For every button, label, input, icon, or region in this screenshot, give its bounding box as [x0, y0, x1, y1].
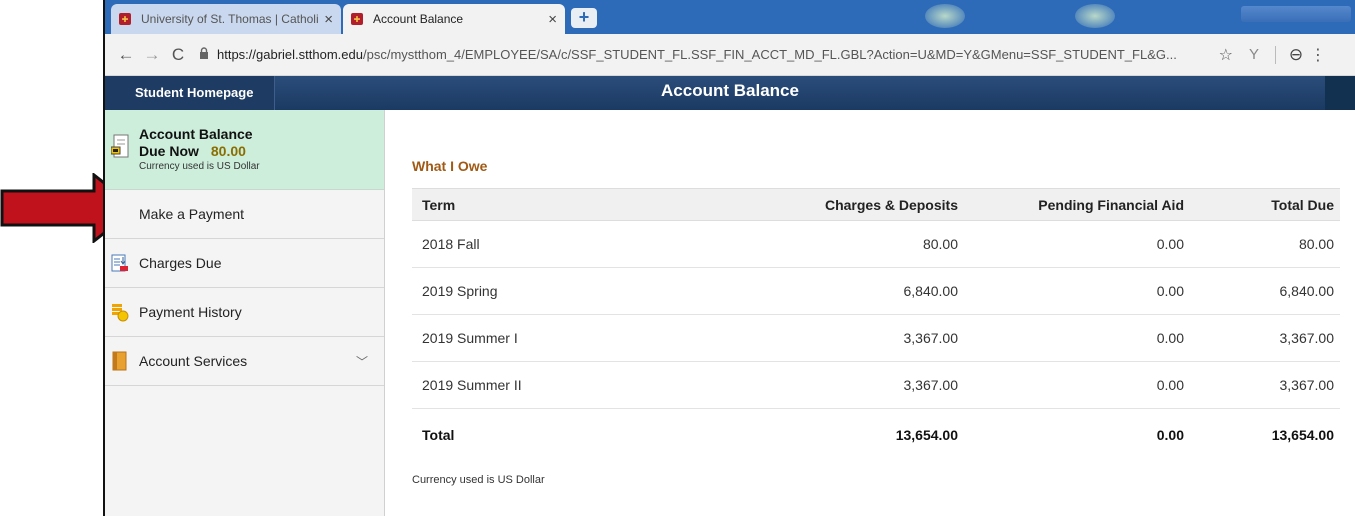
sidebar: Account Balance Due Now 80.00 Currency us…: [105, 110, 385, 516]
section-title-what-i-owe: What I Owe: [412, 158, 488, 174]
total-due: 13,654.00: [1202, 408, 1340, 461]
charges-icon: [111, 254, 128, 272]
ust-favicon-icon: ✚: [119, 13, 131, 25]
sidebar-item-account-services[interactable]: Account Services ﹀: [105, 337, 384, 386]
balance-currency-note: Currency used is US Dollar: [139, 161, 260, 172]
due-now-amount: 80.00: [210, 143, 246, 159]
reload-icon[interactable]: C: [165, 45, 191, 65]
tab-account-balance[interactable]: ✚ Account Balance ×: [343, 4, 565, 34]
close-tab-icon[interactable]: ×: [324, 11, 333, 28]
app-banner: Account Balance Student Homepage: [105, 76, 1355, 110]
account-services-icon: [112, 351, 127, 371]
cell-charges: 3,367.00: [672, 314, 972, 362]
table-total-row: Total 13,654.00 0.00 13,654.00: [412, 408, 1340, 461]
payment-history-icon: [112, 304, 129, 322]
cell-term: 2019 Summer II: [412, 361, 672, 409]
tab-title: Account Balance: [373, 12, 464, 26]
sidebar-item-make-payment[interactable]: Make a Payment: [105, 190, 384, 239]
sidebar-item-charges-due[interactable]: Charges Due: [105, 239, 384, 288]
cell-total-due: 3,367.00: [1202, 314, 1340, 362]
sidebar-item-label: Charges Due: [139, 255, 222, 271]
cell-charges: 6,840.00: [672, 267, 972, 315]
cell-pending-aid: 0.00: [972, 220, 1202, 268]
due-now-label: Due Now: [139, 143, 199, 159]
cell-total-due: 80.00: [1202, 220, 1340, 268]
column-header-total-due: Total Due: [1202, 188, 1340, 221]
account-icon[interactable]: ⊖: [1282, 45, 1310, 65]
bookmark-star-icon[interactable]: ☆: [1219, 45, 1239, 65]
column-header-pending-aid: Pending Financial Aid: [972, 188, 1202, 221]
balance-card-title: Account Balance: [139, 126, 253, 142]
new-tab-button[interactable]: +: [571, 8, 597, 28]
cell-pending-aid: 0.00: [972, 267, 1202, 315]
chevron-down-icon[interactable]: ﹀: [356, 353, 368, 370]
close-tab-icon[interactable]: ×: [548, 11, 557, 28]
back-icon[interactable]: ←: [113, 45, 139, 65]
lock-icon: [199, 47, 209, 62]
browser-menu-icon[interactable]: ⋮: [1310, 45, 1326, 65]
currency-note: Currency used is US Dollar: [412, 474, 545, 486]
screenshot-stage: ✚ University of St. Thomas | Catholi × ✚…: [0, 0, 1355, 516]
column-header-term: Term: [412, 188, 672, 221]
page-title: Account Balance: [661, 81, 799, 100]
sidebar-item-label: Payment History: [139, 304, 242, 320]
table-header-row: Term Charges & Deposits Pending Financia…: [412, 188, 1340, 221]
extension-icon[interactable]: Y: [1239, 46, 1269, 63]
url-path: /psc/mystthom_4/EMPLOYEE/SA/c/SSF_STUDEN…: [362, 47, 1177, 62]
url-host: https://gabriel.stthom.edu: [217, 47, 363, 62]
tab-ust-home[interactable]: ✚ University of St. Thomas | Catholi ×: [111, 4, 341, 34]
toolbar-divider: [1275, 45, 1276, 64]
table-row: 2019 Summer I 3,367.00 0.00 3,367.00: [412, 314, 1340, 362]
cell-charges: 80.00: [672, 220, 972, 268]
ust-favicon-icon: ✚: [351, 13, 363, 25]
sidebar-item-label: Account Services: [139, 353, 248, 369]
cell-total-due: 3,367.00: [1202, 361, 1340, 409]
tab-strip: ✚ University of St. Thomas | Catholi × ✚…: [105, 0, 1355, 34]
column-header-charges: Charges & Deposits: [672, 188, 972, 221]
cell-total-due: 6,840.00: [1202, 267, 1340, 315]
window-controls[interactable]: [1241, 6, 1351, 22]
cell-term: 2019 Summer I: [412, 314, 672, 362]
sidebar-item-payment-history[interactable]: Payment History: [105, 288, 384, 337]
table-row: 2019 Spring 6,840.00 0.00 6,840.00: [412, 267, 1340, 315]
account-balance-card[interactable]: Account Balance Due Now 80.00 Currency us…: [105, 110, 384, 190]
balance-document-icon: [111, 134, 129, 158]
banner-right-block: [1325, 76, 1355, 110]
student-homepage-button[interactable]: Student Homepage: [105, 76, 275, 110]
cell-charges: 3,367.00: [672, 361, 972, 409]
address-bar[interactable]: https://gabriel.stthom.edu /psc/mystthom…: [199, 40, 1239, 70]
cell-pending-aid: 0.00: [972, 361, 1202, 409]
cell-term: 2019 Spring: [412, 267, 672, 315]
table-row: 2018 Fall 80.00 0.00 80.00: [412, 220, 1340, 268]
browser-window: ✚ University of St. Thomas | Catholi × ✚…: [103, 0, 1355, 516]
table-row: 2019 Summer II 3,367.00 0.00 3,367.00: [412, 361, 1340, 409]
cell-term: 2018 Fall: [412, 220, 672, 268]
forward-icon[interactable]: →: [139, 45, 165, 65]
tab-title: University of St. Thomas | Catholi: [141, 12, 319, 26]
total-pending-aid: 0.00: [972, 408, 1202, 461]
what-i-owe-table: Term Charges & Deposits Pending Financia…: [412, 188, 1340, 461]
due-now-row: Due Now 80.00: [139, 143, 246, 159]
cell-pending-aid: 0.00: [972, 314, 1202, 362]
total-label: Total: [412, 408, 672, 461]
sidebar-item-label: Make a Payment: [139, 206, 245, 222]
main-content: What I Owe Term Charges & Deposits Pendi…: [386, 110, 1355, 516]
browser-toolbar: ← → C https://gabriel.stthom.edu /psc/my…: [105, 34, 1355, 76]
total-charges: 13,654.00: [672, 408, 972, 461]
